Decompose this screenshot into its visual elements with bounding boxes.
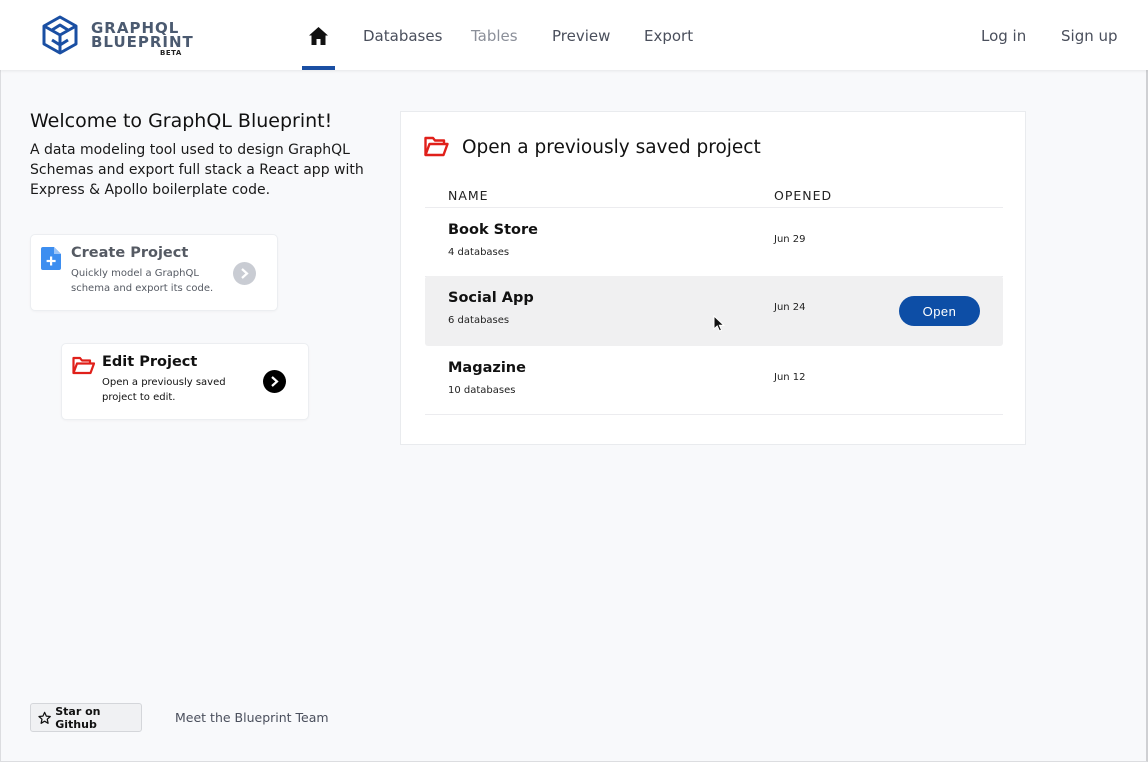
project-opened-date: Jun 29	[774, 234, 806, 245]
create-project-title: Create Project	[71, 245, 189, 261]
logo-wordmark: GRAPHQL BLUEPRINT	[91, 21, 194, 51]
cube-logo-icon	[42, 15, 78, 55]
edit-project-card[interactable]: Edit Project Open a previously saved pro…	[61, 343, 309, 420]
create-project-card[interactable]: Create Project Quickly model a GraphQL s…	[30, 234, 278, 311]
project-name: Book Store	[448, 222, 538, 238]
star-on-github-button[interactable]: Star on Github	[30, 703, 142, 732]
open-project-button[interactable]: Open	[899, 296, 980, 326]
project-row[interactable]: Social App 6 databases Jun 24 Open	[425, 276, 1003, 346]
nav-tables[interactable]: Tables	[471, 27, 518, 45]
project-database-count: 10 databases	[448, 385, 516, 396]
create-project-description: Quickly model a GraphQL schema and expor…	[71, 268, 214, 294]
chevron-right-icon	[271, 376, 279, 387]
project-opened-date: Jun 24	[774, 302, 806, 313]
edit-project-title: Edit Project	[102, 354, 198, 370]
signup-link[interactable]: Sign up	[1061, 27, 1118, 45]
top-navbar: GRAPHQL BLUEPRINT BETA Databases Tables …	[0, 0, 1148, 70]
project-row[interactable]: Magazine 10 databases Jun 12	[425, 346, 1003, 415]
project-opened-date: Jun 12	[774, 372, 806, 383]
welcome-title: Welcome to GraphQL Blueprint!	[30, 110, 333, 132]
nav-home[interactable]	[302, 22, 335, 70]
chevron-right-icon	[241, 268, 249, 279]
folder-open-icon	[72, 356, 95, 375]
nav-databases[interactable]: Databases	[363, 27, 442, 45]
project-name: Magazine	[448, 360, 526, 376]
nav-export[interactable]: Export	[644, 27, 693, 45]
star-icon	[38, 711, 51, 724]
file-plus-icon	[41, 247, 61, 270]
logo-line-2: BLUEPRINT	[91, 33, 194, 51]
project-row[interactable]: Book Store 4 databases Jun 29	[425, 208, 1003, 277]
edit-project-description: Open a previously saved project to edit.	[102, 377, 226, 403]
home-icon	[309, 27, 328, 45]
column-header-name: NAME	[448, 188, 489, 203]
login-link[interactable]: Log in	[981, 27, 1026, 45]
panel-title: Open a previously saved project	[462, 137, 761, 158]
github-button-label: Star on Github	[55, 704, 101, 731]
create-project-arrow-button[interactable]	[233, 262, 256, 285]
edit-project-arrow-button[interactable]	[263, 370, 286, 393]
project-database-count: 4 databases	[448, 247, 510, 258]
meet-team-link[interactable]: Meet the Blueprint Team	[175, 710, 329, 725]
welcome-description: A data modeling tool used to design Grap…	[30, 142, 364, 198]
app-logo[interactable]: GRAPHQL BLUEPRINT BETA	[42, 15, 194, 60]
saved-projects-panel: Open a previously saved project NAME OPE…	[400, 111, 1026, 445]
project-database-count: 6 databases	[448, 315, 510, 326]
column-header-opened: OPENED	[774, 188, 833, 203]
folder-open-icon	[424, 136, 449, 157]
beta-badge: BETA	[160, 49, 182, 57]
nav-preview[interactable]: Preview	[552, 27, 610, 45]
project-name: Social App	[448, 290, 534, 306]
active-tab-indicator	[302, 66, 335, 70]
mouse-cursor-icon	[713, 315, 725, 332]
